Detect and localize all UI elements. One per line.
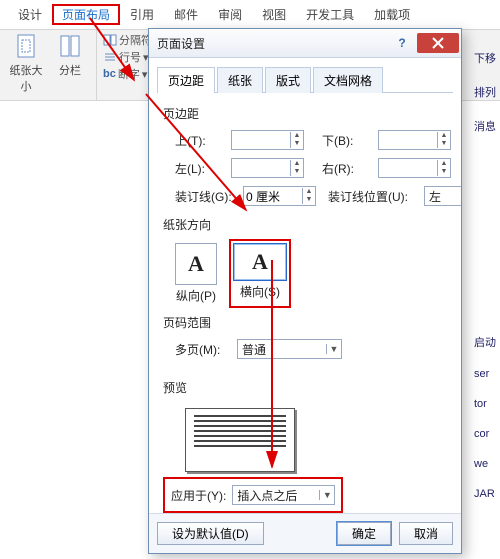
linenum-icon	[103, 51, 117, 63]
right-margin-label: 右(R):	[322, 160, 372, 177]
ok-button[interactable]: 确定	[337, 522, 391, 545]
gutter-label: 装订线(G):	[175, 188, 237, 205]
ribbon-tab-design[interactable]: 设计	[8, 4, 52, 25]
portrait-label: 纵向(P)	[176, 287, 216, 304]
apply-to-label: 应用于(Y):	[171, 487, 226, 504]
apply-to-row: 应用于(Y): 插入点之后▼	[167, 481, 339, 509]
paper-size-button[interactable]: 纸张大小	[6, 32, 46, 94]
paper-size-label: 纸张大小	[6, 62, 46, 94]
close-button[interactable]	[417, 33, 459, 53]
dialog-footer: 设为默认值(D) 确定 取消	[149, 513, 461, 553]
top-margin-label: 上(T):	[175, 132, 225, 149]
right-margin-input[interactable]: ▲▼	[378, 158, 451, 178]
breaks-icon	[103, 34, 117, 46]
tab-layout[interactable]: 版式	[265, 67, 311, 93]
pages-header: 页码范围	[163, 314, 451, 331]
bottom-margin-input[interactable]: ▲▼	[378, 130, 451, 150]
preview-header: 预览	[163, 379, 451, 396]
dialog-title: 页面设置	[157, 35, 205, 52]
paper-size-icon	[16, 34, 36, 58]
ribbon-tab-pagelayout[interactable]: 页面布局	[52, 4, 120, 25]
landscape-label: 横向(S)	[240, 283, 280, 300]
ribbon-tabs: 设计 页面布局 引用 邮件 审阅 视图 开发工具 加载项	[0, 0, 500, 29]
ribbon-tab-review[interactable]: 审阅	[208, 4, 252, 25]
gutter-pos-combo[interactable]: 左▼	[424, 186, 461, 206]
columns-icon	[60, 34, 80, 58]
preview-page-icon	[185, 408, 295, 472]
hyphen-icon: bc	[103, 68, 116, 80]
close-icon	[432, 37, 444, 49]
ribbon-tab-addons[interactable]: 加载项	[364, 4, 420, 25]
left-margin-input[interactable]: ▲▼	[231, 158, 304, 178]
multi-label: 多页(M):	[175, 341, 231, 358]
ribbon-tab-dev[interactable]: 开发工具	[296, 4, 364, 25]
set-default-button[interactable]: 设为默认值(D)	[157, 522, 264, 545]
tab-grid[interactable]: 文档网格	[313, 67, 383, 93]
gutter-pos-label: 装订线位置(U):	[328, 188, 418, 205]
columns-label: 分栏	[59, 62, 81, 78]
orientation-portrait[interactable]: A 纵向(P)	[175, 243, 217, 304]
margins-header: 页边距	[163, 105, 451, 122]
apply-to-combo[interactable]: 插入点之后▼	[232, 485, 335, 505]
right-strip: 下移 排列 消息 启动 ser tor cor we JAR	[474, 32, 500, 518]
page-setup-dialog: 页面设置 ? 页边距 纸张 版式 文档网格 页边距 上(T): ▲▼ 下(B):…	[148, 28, 462, 554]
ribbon-group-page: 纸张大小 分栏	[0, 30, 97, 100]
orientation-header: 纸张方向	[163, 216, 451, 233]
tab-margins[interactable]: 页边距	[157, 67, 215, 93]
portrait-icon: A	[175, 243, 217, 285]
bottom-margin-label: 下(B):	[322, 132, 372, 149]
tab-paper[interactable]: 纸张	[217, 67, 263, 93]
columns-button[interactable]: 分栏	[50, 32, 90, 94]
orientation-landscape[interactable]: A 横向(S)	[233, 243, 287, 304]
preview-area	[175, 404, 305, 475]
dialog-body: 页边距 上(T): ▲▼ 下(B): ▲▼ 左(L): ▲▼ 右(R): ▲▼ …	[149, 93, 461, 513]
left-margin-label: 左(L):	[175, 160, 225, 177]
cancel-button[interactable]: 取消	[399, 522, 453, 545]
ribbon-tab-mail[interactable]: 邮件	[164, 4, 208, 25]
dialog-titlebar[interactable]: 页面设置 ?	[149, 29, 461, 58]
ribbon-tab-view[interactable]: 视图	[252, 4, 296, 25]
ribbon-tab-references[interactable]: 引用	[120, 4, 164, 25]
top-margin-input[interactable]: ▲▼	[231, 130, 304, 150]
landscape-icon: A	[233, 243, 287, 281]
dialog-tabs: 页边距 纸张 版式 文档网格	[157, 66, 453, 93]
gutter-input[interactable]: ▲▼	[243, 186, 316, 206]
help-button[interactable]: ?	[389, 33, 415, 53]
multi-combo[interactable]: 普通▼	[237, 339, 342, 359]
